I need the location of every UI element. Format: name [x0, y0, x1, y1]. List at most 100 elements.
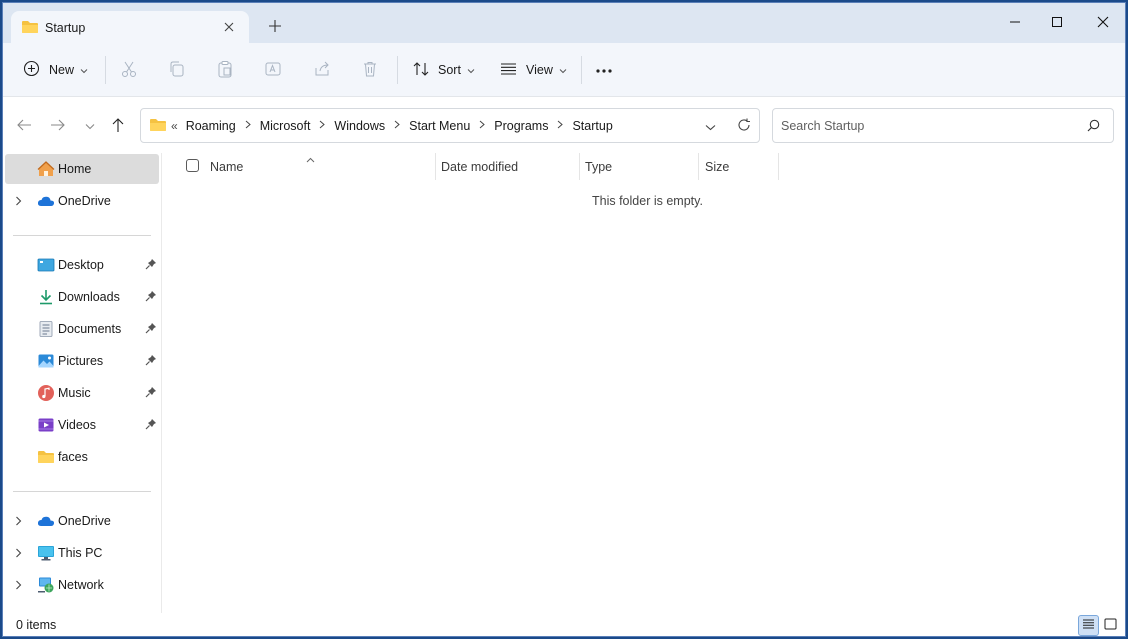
sidebar-item-documents[interactable]: Documents — [5, 314, 159, 344]
more-icon — [595, 63, 613, 77]
share-button[interactable] — [313, 43, 331, 97]
address-row: « Roaming Microsoft Windows Start Menu P… — [3, 97, 1125, 153]
chevron-down-icon — [85, 119, 95, 133]
search-input[interactable] — [781, 117, 1081, 135]
breadcrumb-start-menu[interactable]: Start Menu — [409, 119, 470, 133]
chevron-right-icon[interactable] — [15, 515, 22, 529]
sidebar-item-label: Pictures — [58, 354, 104, 368]
copy-icon — [168, 60, 186, 81]
chevron-right-icon[interactable] — [245, 120, 251, 132]
column-divider[interactable] — [435, 153, 436, 180]
rename-button[interactable] — [264, 43, 282, 97]
copy-button[interactable] — [168, 43, 186, 97]
tiles-view-icon — [1104, 618, 1117, 633]
search-icon[interactable] — [1087, 119, 1100, 135]
breadcrumb-startup[interactable]: Startup — [572, 119, 612, 133]
delete-icon — [361, 60, 379, 81]
column-divider[interactable] — [579, 153, 580, 180]
breadcrumb-microsoft[interactable]: Microsoft — [260, 119, 311, 133]
sidebar-item-faces[interactable]: faces — [5, 442, 159, 472]
sidebar-item-label: Network — [58, 578, 104, 592]
cut-button[interactable] — [120, 43, 138, 97]
minimize-button[interactable] — [995, 9, 1035, 37]
pin-icon[interactable] — [145, 418, 157, 433]
pin-icon[interactable] — [145, 322, 157, 337]
details-view-button[interactable] — [1078, 615, 1099, 636]
paste-button[interactable] — [216, 43, 234, 97]
minimize-icon — [1009, 16, 1021, 31]
item-count: 0 items — [16, 618, 57, 632]
chevron-right-icon[interactable] — [394, 120, 400, 132]
pin-icon[interactable] — [145, 354, 157, 369]
column-header-date-modified[interactable]: Date modified — [441, 160, 518, 174]
column-header-size[interactable]: Size — [705, 160, 729, 174]
close-icon — [1097, 16, 1109, 31]
address-bar[interactable]: « Roaming Microsoft Windows Start Menu P… — [140, 108, 760, 143]
breadcrumb-roaming[interactable]: Roaming — [186, 119, 236, 133]
sidebar-item-network[interactable]: Network — [5, 570, 159, 600]
column-header-name[interactable]: Name — [210, 160, 243, 174]
column-divider[interactable] — [698, 153, 699, 180]
select-all-checkbox[interactable] — [186, 159, 199, 175]
more-options-button[interactable] — [595, 43, 613, 97]
chevron-right-icon[interactable] — [15, 579, 22, 593]
chevron-down-icon — [80, 63, 88, 77]
pin-icon[interactable] — [145, 258, 157, 273]
maximize-icon — [1051, 16, 1063, 31]
recent-locations-button[interactable] — [81, 117, 99, 135]
sidebar-item-label: This PC — [58, 546, 103, 560]
sidebar-item-onedrive[interactable]: OneDrive — [5, 186, 159, 216]
maximize-button[interactable] — [1037, 9, 1077, 37]
view-button[interactable]: View — [500, 43, 567, 97]
chevron-right-icon[interactable] — [15, 547, 22, 561]
folder-icon — [149, 117, 167, 136]
new-tab-button[interactable] — [267, 18, 283, 34]
toolbar-divider — [105, 56, 106, 84]
pane-divider[interactable] — [161, 153, 162, 613]
tab-close-icon[interactable] — [221, 19, 237, 35]
tab-startup[interactable]: Startup — [11, 11, 249, 44]
sidebar-item-onedrive-2[interactable]: OneDrive — [5, 506, 159, 536]
chevron-down-icon — [559, 63, 567, 77]
download-icon — [37, 288, 55, 306]
chevron-right-icon[interactable] — [479, 120, 486, 132]
refresh-button[interactable] — [737, 118, 751, 135]
breadcrumb-overflow[interactable]: « — [171, 119, 178, 133]
cloud-icon — [37, 192, 55, 210]
up-button[interactable] — [109, 117, 127, 135]
pin-icon[interactable] — [145, 290, 157, 305]
view-list-icon — [500, 62, 517, 79]
forward-button[interactable] — [49, 117, 67, 135]
back-button[interactable] — [15, 117, 33, 135]
chevron-right-icon[interactable] — [319, 120, 326, 132]
sidebar-item-home[interactable]: Home — [5, 154, 159, 184]
pin-icon[interactable] — [145, 386, 157, 401]
chevron-right-icon[interactable] — [15, 195, 22, 209]
sidebar-item-desktop[interactable]: Desktop — [5, 250, 159, 280]
breadcrumb-programs[interactable]: Programs — [494, 119, 548, 133]
cut-icon — [120, 60, 138, 81]
sort-button[interactable]: Sort — [412, 43, 475, 97]
sidebar-item-downloads[interactable]: Downloads — [5, 282, 159, 312]
tab-title: Startup — [45, 21, 86, 35]
search-box[interactable] — [772, 108, 1114, 143]
sidebar-item-pictures[interactable]: Pictures — [5, 346, 159, 376]
sidebar-item-music[interactable]: Music — [5, 378, 159, 408]
sidebar-item-videos[interactable]: Videos — [5, 410, 159, 440]
delete-button[interactable] — [361, 43, 379, 97]
picture-icon — [37, 352, 55, 370]
column-header-type[interactable]: Type — [585, 160, 612, 174]
cloud-icon — [37, 512, 55, 530]
tiles-view-button[interactable] — [1100, 615, 1121, 636]
address-history-button[interactable] — [705, 120, 716, 134]
close-button[interactable] — [1083, 9, 1123, 37]
home-icon — [37, 160, 55, 178]
sidebar-divider — [13, 235, 151, 236]
breadcrumb-windows[interactable]: Windows — [334, 119, 385, 133]
column-divider[interactable] — [778, 153, 779, 180]
sidebar-item-this-pc[interactable]: This PC — [5, 538, 159, 568]
chevron-right-icon[interactable] — [557, 120, 564, 132]
folder-icon — [37, 448, 55, 466]
new-button[interactable]: New — [23, 43, 88, 97]
sidebar-item-label: OneDrive — [58, 194, 111, 208]
